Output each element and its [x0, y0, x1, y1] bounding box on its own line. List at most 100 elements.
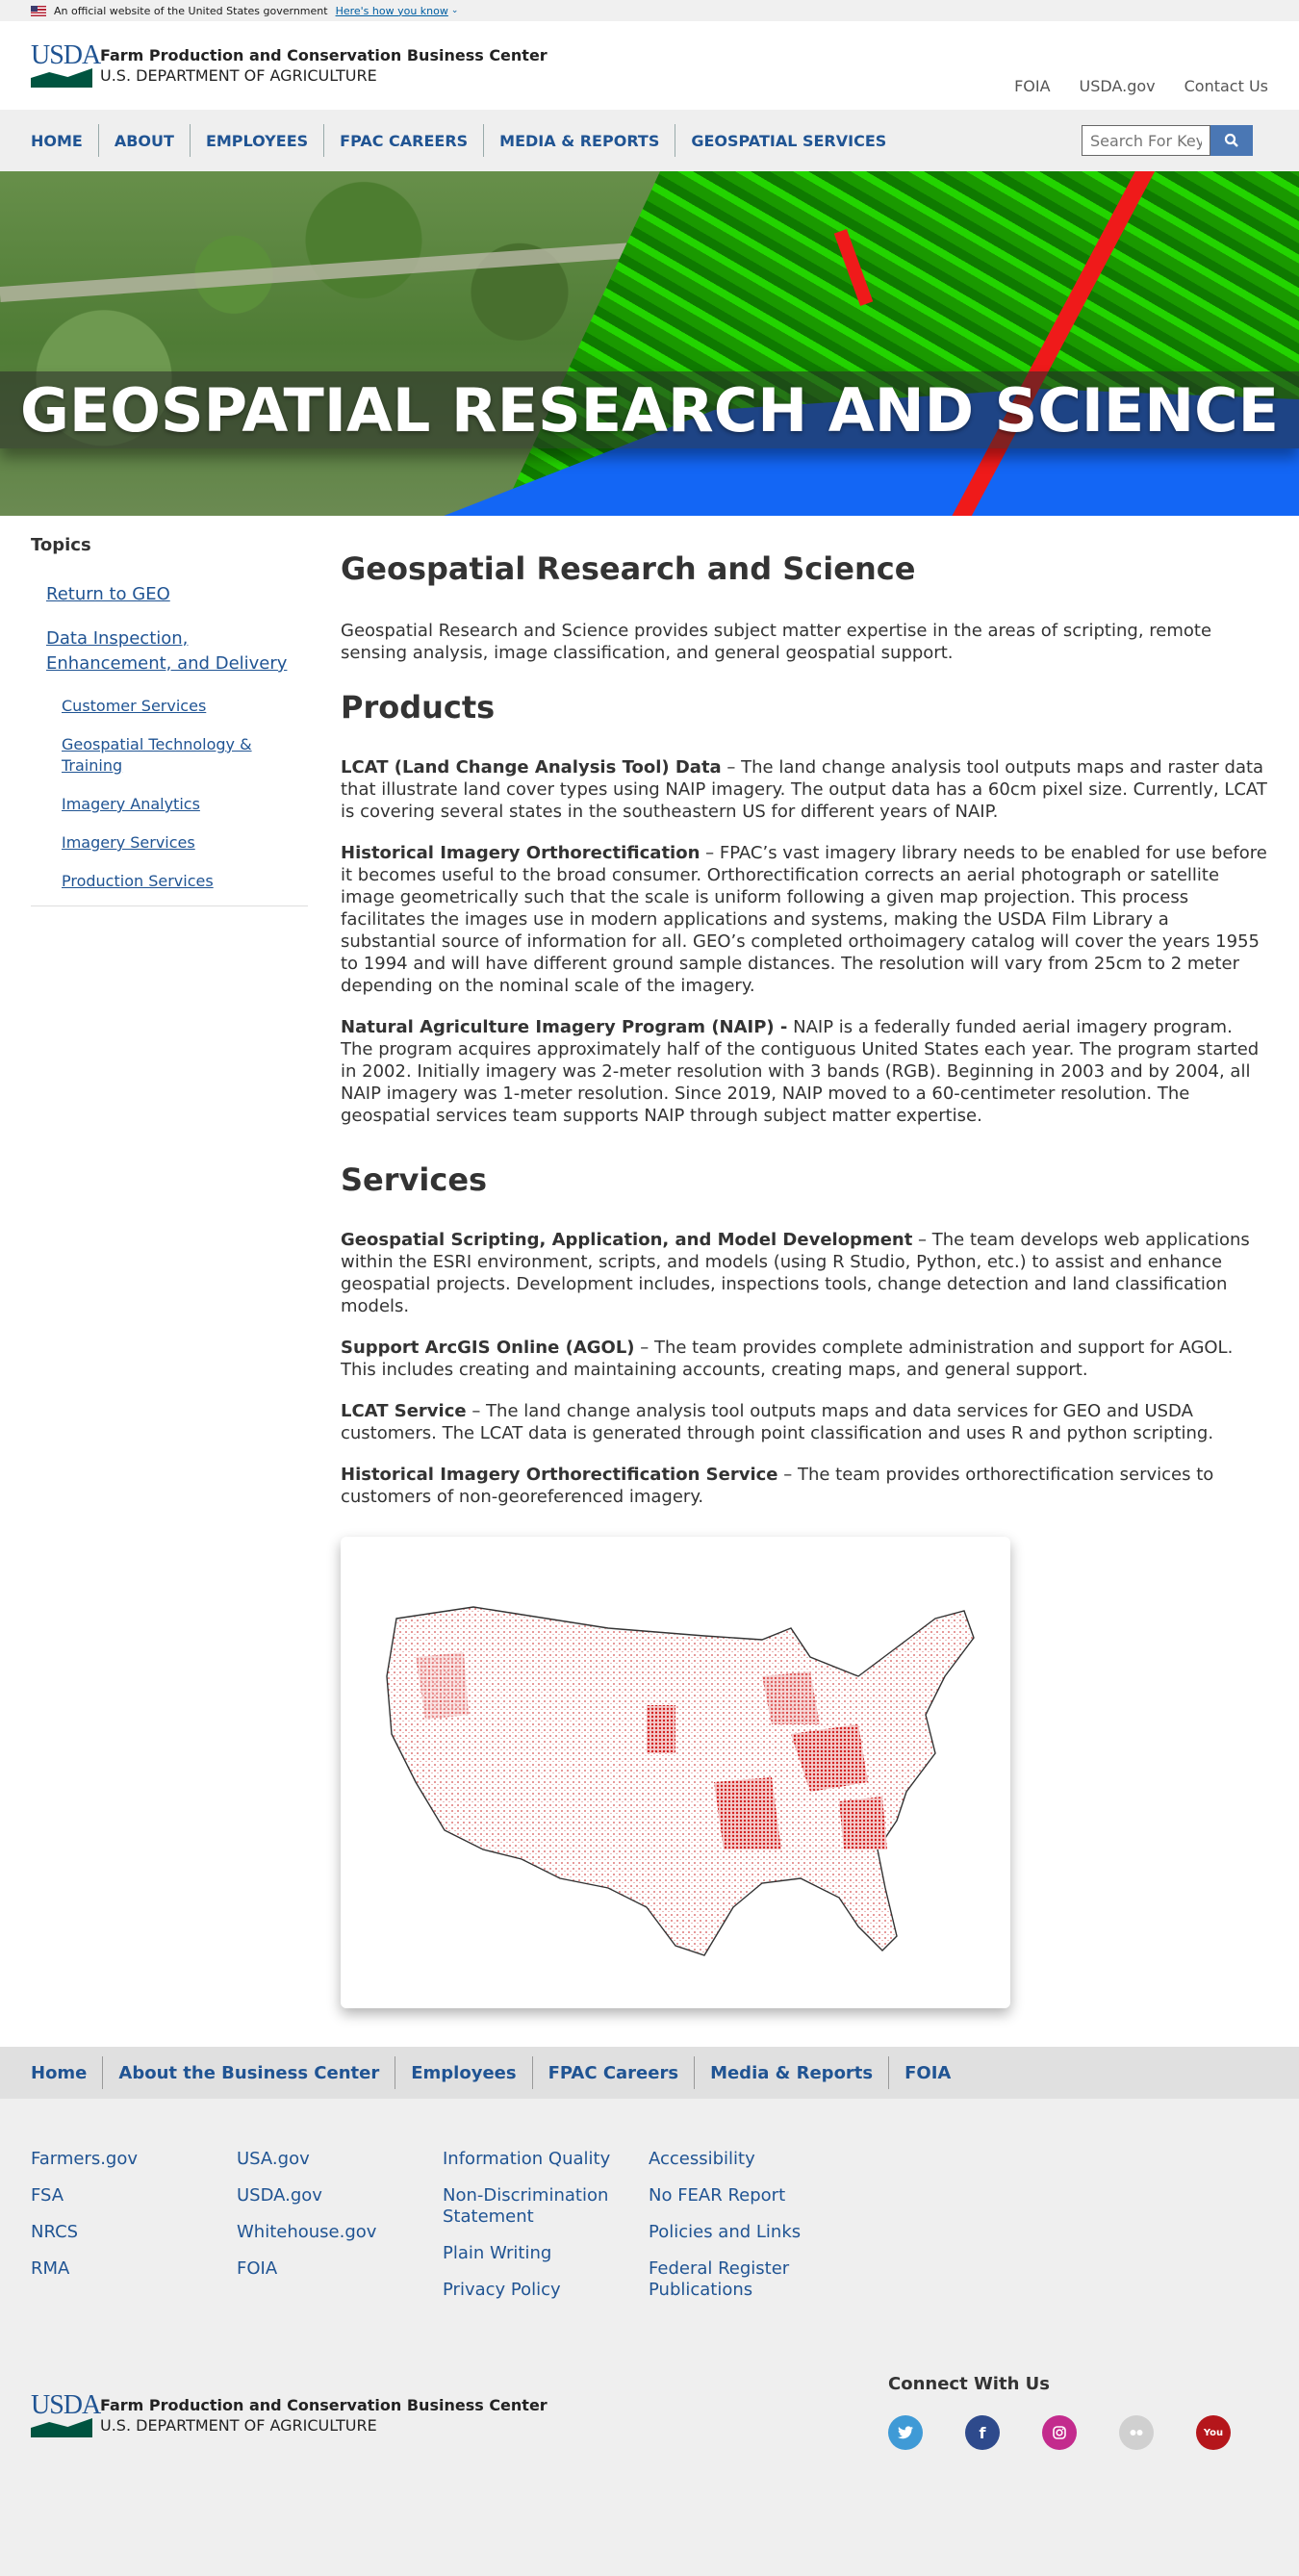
product-lcat: LCAT (Land Change Analysis Tool) Data – …	[341, 756, 1268, 823]
heres-how-you-know-link[interactable]: Here's how you know	[336, 5, 448, 17]
gov-banner: An official website of the United States…	[0, 0, 1299, 21]
youtube-icon[interactable]: You	[1196, 2415, 1231, 2450]
nav-home[interactable]: HOME	[31, 124, 98, 157]
product-historical-imagery: Historical Imagery Orthorectification – …	[341, 842, 1268, 997]
service-name: Support ArcGIS Online (AGOL)	[341, 1338, 635, 1358]
footer-link[interactable]: Plain Writing	[443, 2243, 649, 2264]
sidebar-item-imagery-analytics[interactable]: Imagery Analytics	[62, 794, 308, 815]
us-coverage-map-card	[341, 1537, 1010, 2008]
utility-links: FOIA USDA.gov Contact Us	[1014, 77, 1268, 95]
service-scripting: Geospatial Scripting, Application, and M…	[341, 1229, 1268, 1317]
nav-fpac-careers[interactable]: FPAC CAREERS	[323, 124, 483, 157]
footer-nav-home[interactable]: Home	[31, 2056, 102, 2089]
footer-link[interactable]: Privacy Policy	[443, 2280, 649, 2301]
twitter-icon[interactable]	[888, 2415, 923, 2450]
footer-column-3: Information Quality Non-Discrimination S…	[443, 2149, 649, 2316]
footer-column-2: USA.gov USDA.gov Whitehouse.gov FOIA	[237, 2149, 443, 2316]
product-naip: Natural Agriculture Imagery Program (NAI…	[341, 1016, 1268, 1127]
footer-agency[interactable]: USDA Farm Production and Conservation Bu…	[31, 2390, 548, 2437]
footer-link[interactable]: FOIA	[237, 2258, 443, 2280]
product-name: Natural Agriculture Imagery Program (NAI…	[341, 1017, 788, 1037]
connect-section: Connect With Us f You	[888, 2374, 1231, 2450]
footer-link[interactable]: Federal Register Publications	[649, 2258, 854, 2301]
sidebar: Topics Return to GEO Data Inspection, En…	[31, 516, 308, 2047]
footer-nav-employees[interactable]: Employees	[395, 2056, 531, 2089]
foia-link[interactable]: FOIA	[1014, 77, 1050, 95]
nav-about[interactable]: ABOUT	[97, 124, 190, 157]
footer-column-1: Farmers.gov FSA NRCS RMA	[31, 2149, 237, 2316]
hero-banner: GEOSPATIAL RESEARCH AND SCIENCE	[0, 171, 1299, 516]
product-name: LCAT (Land Change Analysis Tool) Data	[341, 757, 722, 778]
product-name: Historical Imagery Orthorectification	[341, 843, 700, 863]
usda-logo[interactable]: USDA	[31, 40, 101, 88]
nav-employees[interactable]: EMPLOYEES	[189, 124, 323, 157]
nav-media-reports[interactable]: MEDIA & REPORTS	[483, 124, 675, 157]
sidebar-item-data-inspection[interactable]: Data Inspection, Enhancement, and Delive…	[46, 626, 308, 676]
sidebar-title: Topics	[31, 535, 91, 555]
sidebar-item-return-to-geo[interactable]: Return to GEO	[46, 582, 308, 607]
main-area: Topics Return to GEO Data Inspection, En…	[0, 516, 1299, 2047]
services-heading: Services	[341, 1161, 488, 1198]
sidebar-item-customer-services[interactable]: Customer Services	[62, 696, 308, 717]
footer-link[interactable]: No FEAR Report	[649, 2185, 854, 2206]
footer-link[interactable]: FSA	[31, 2185, 237, 2206]
search-input[interactable]	[1082, 125, 1210, 156]
footer-link[interactable]: USDA.gov	[237, 2185, 443, 2206]
search-icon	[1224, 133, 1238, 147]
search-form	[1082, 125, 1253, 156]
sidebar-divider	[31, 905, 308, 906]
nav-geospatial-services[interactable]: GEOSPATIAL SERVICES	[675, 124, 902, 157]
service-agol: Support ArcGIS Online (AGOL) – The team …	[341, 1337, 1268, 1381]
product-text: – FPAC’s vast imagery library needs to b…	[341, 843, 1267, 996]
usda-logo-text: USDA	[31, 40, 101, 70]
footer-link[interactable]: Policies and Links	[649, 2222, 854, 2243]
footer-nav-fpac-careers[interactable]: FPAC Careers	[531, 2056, 694, 2089]
footer-agency-title: Farm Production and Conservation Busines…	[100, 2396, 548, 2414]
footer-link[interactable]: Information Quality	[443, 2149, 649, 2170]
footer-nav-foia[interactable]: FOIA	[888, 2056, 966, 2089]
search-button[interactable]	[1210, 125, 1253, 156]
page-title: Geospatial Research and Science	[341, 550, 916, 587]
footer-link[interactable]: USA.gov	[237, 2149, 443, 2170]
chevron-down-icon[interactable]: ⌄	[451, 6, 459, 15]
service-name: LCAT Service	[341, 1401, 467, 1421]
department-title: U.S. DEPARTMENT OF AGRICULTURE	[100, 66, 377, 85]
footer-links: Farmers.gov FSA NRCS RMA USA.gov USDA.go…	[0, 2099, 1299, 2374]
footer-link[interactable]: NRCS	[31, 2222, 237, 2243]
service-name: Geospatial Scripting, Application, and M…	[341, 1230, 913, 1250]
usda-logo-text: USDA	[31, 2390, 101, 2420]
facebook-icon[interactable]: f	[965, 2415, 1000, 2450]
footer-link[interactable]: Non-Discrimination Statement	[443, 2185, 649, 2228]
connect-title: Connect With Us	[888, 2374, 1050, 2394]
footer-nav-about[interactable]: About the Business Center	[102, 2056, 395, 2089]
instagram-icon[interactable]	[1042, 2415, 1077, 2450]
usda-logo-hill	[31, 68, 92, 88]
footer-agency-name: Farm Production and Conservation Busines…	[100, 2396, 548, 2435]
usda-gov-link[interactable]: USDA.gov	[1080, 77, 1156, 95]
site-header: USDA Farm Production and Conservation Bu…	[0, 21, 1299, 110]
agency-name[interactable]: Farm Production and Conservation Busines…	[100, 46, 548, 85]
service-orthorectification: Historical Imagery Orthorectification Se…	[341, 1464, 1268, 1508]
footer-bottom: USDA Farm Production and Conservation Bu…	[0, 2374, 1299, 2576]
us-coverage-map	[386, 1606, 975, 1956]
footer-nav-media-reports[interactable]: Media & Reports	[694, 2056, 888, 2089]
footer-link[interactable]: Accessibility	[649, 2149, 854, 2170]
footer-link[interactable]: Whitehouse.gov	[237, 2222, 443, 2243]
footer-link[interactable]: Farmers.gov	[31, 2149, 237, 2170]
flickr-icon[interactable]	[1119, 2415, 1154, 2450]
gov-banner-text: An official website of the United States…	[54, 4, 328, 17]
footer-link[interactable]: RMA	[31, 2258, 237, 2280]
service-name: Historical Imagery Orthorectification Se…	[341, 1465, 778, 1485]
service-text: – The land change analysis tool outputs …	[341, 1401, 1214, 1443]
footer-nav: Home About the Business Center Employees…	[0, 2047, 1299, 2099]
sidebar-item-production-services[interactable]: Production Services	[62, 871, 308, 892]
footer-department-title: U.S. DEPARTMENT OF AGRICULTURE	[100, 2416, 377, 2435]
main-nav: HOME ABOUT EMPLOYEES FPAC CAREERS MEDIA …	[0, 110, 1299, 171]
sidebar-item-imagery-services[interactable]: Imagery Services	[62, 832, 308, 854]
intro-paragraph: Geospatial Research and Science provides…	[341, 621, 1212, 663]
social-links: f You	[888, 2415, 1231, 2450]
us-flag-icon	[31, 5, 46, 16]
sidebar-item-geospatial-technology[interactable]: Geospatial Technology & Training	[62, 734, 308, 777]
contact-us-link[interactable]: Contact Us	[1184, 77, 1268, 95]
agency-title: Farm Production and Conservation Busines…	[100, 46, 548, 64]
